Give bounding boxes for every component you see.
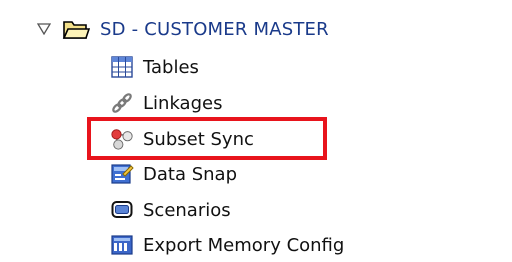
triangle-down-icon[interactable] (36, 21, 52, 37)
highlight-box (87, 117, 327, 160)
tree-root-label: SD - CUSTOMER MASTER (100, 18, 329, 40)
tree-item-label: Scenarios (143, 199, 231, 221)
tree-root-node[interactable]: SD - CUSTOMER MASTER (36, 14, 329, 44)
tree-item-label: Export Memory Config (143, 234, 345, 256)
chain-link-icon (110, 91, 134, 115)
tree-item-scenarios[interactable]: Scenarios (110, 193, 231, 227)
tree-item-label: Linkages (143, 92, 223, 114)
tree-item-data-snap[interactable]: Data Snap (110, 157, 237, 191)
data-snap-icon (110, 162, 134, 186)
tree-item-export-memory-config[interactable]: Export Memory Config (110, 228, 344, 262)
memory-config-icon (110, 233, 134, 257)
tree-item-tables[interactable]: Tables (110, 50, 199, 84)
tree-item-label: Tables (143, 56, 199, 78)
tree-item-label: Data Snap (143, 163, 237, 185)
navigation-tree: SD - CUSTOMER MASTER Tables Linkages Sub… (0, 0, 512, 258)
tree-item-linkages[interactable]: Linkages (110, 86, 222, 120)
scenario-screen-icon (110, 198, 134, 222)
open-folder-icon (62, 17, 90, 41)
table-grid-icon (110, 55, 134, 79)
